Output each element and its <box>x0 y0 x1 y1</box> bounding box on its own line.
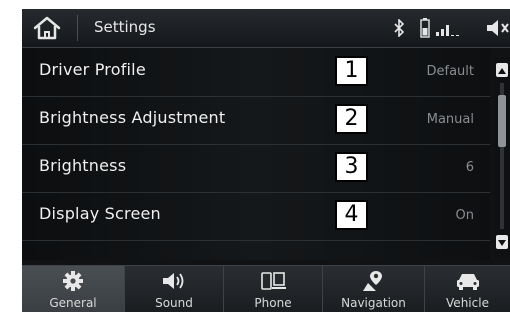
settings-list: Driver Profile 1 Default Brightness Adju… <box>22 48 490 260</box>
row-value: Default <box>426 64 475 79</box>
car-icon <box>456 274 479 290</box>
bottom-nav: General Sound Phone Navigation Vehicle <box>22 265 510 312</box>
tab-vehicle[interactable]: Vehicle <box>425 266 510 312</box>
tab-navigation[interactable]: Navigation <box>323 266 425 312</box>
callout-marker: 4 <box>335 200 368 230</box>
settings-row-brightness[interactable]: Brightness 3 6 <box>22 144 490 193</box>
scroll-down-button[interactable] <box>496 235 508 249</box>
callout-marker: 2 <box>335 104 368 134</box>
tab-label: Sound <box>155 296 193 310</box>
tab-sound[interactable]: Sound <box>125 266 224 312</box>
tab-label: Phone <box>254 296 292 310</box>
chevron-up-icon <box>498 68 506 74</box>
infotainment-screen: Settings Driver Profile 1 Default Bright… <box>22 9 510 312</box>
home-icon <box>33 16 61 40</box>
speaker-icon <box>163 273 184 289</box>
page-title: Settings <box>94 18 156 36</box>
phone-icon <box>261 272 286 290</box>
battery-icon <box>420 18 430 38</box>
row-label: Brightness Adjustment <box>39 108 226 127</box>
row-label: Driver Profile <box>39 60 146 79</box>
gear-icon <box>63 271 83 291</box>
settings-row-display-screen[interactable]: Display Screen 4 On <box>22 192 490 241</box>
scroll-thumb[interactable] <box>498 95 506 147</box>
tab-label: Navigation <box>341 296 406 310</box>
row-label: Display Screen <box>39 204 161 223</box>
tab-label: General <box>49 296 97 310</box>
speaker-icon <box>487 20 509 36</box>
tab-general[interactable]: General <box>22 266 125 312</box>
home-button[interactable] <box>30 14 64 42</box>
header-bar: Settings <box>22 9 510 48</box>
tab-label: Vehicle <box>446 296 489 310</box>
row-label: Brightness <box>39 156 127 175</box>
chevron-down-icon <box>498 240 506 246</box>
header-divider <box>77 15 78 41</box>
scrollbar[interactable] <box>494 57 510 257</box>
row-value: On <box>455 208 474 223</box>
settings-row-brightness-adjustment[interactable]: Brightness Adjustment 2 Manual <box>22 96 490 145</box>
map-pin-icon <box>362 271 382 291</box>
bluetooth-icon <box>394 19 405 37</box>
callout-marker: 1 <box>335 56 368 86</box>
callout-marker: 3 <box>335 152 368 182</box>
row-value: Manual <box>426 112 474 127</box>
signal-icon <box>436 25 459 36</box>
settings-row-driver-profile[interactable]: Driver Profile 1 Default <box>22 48 490 97</box>
row-value: 6 <box>465 160 474 175</box>
tab-phone[interactable]: Phone <box>224 266 323 312</box>
scroll-up-button[interactable] <box>496 63 508 77</box>
